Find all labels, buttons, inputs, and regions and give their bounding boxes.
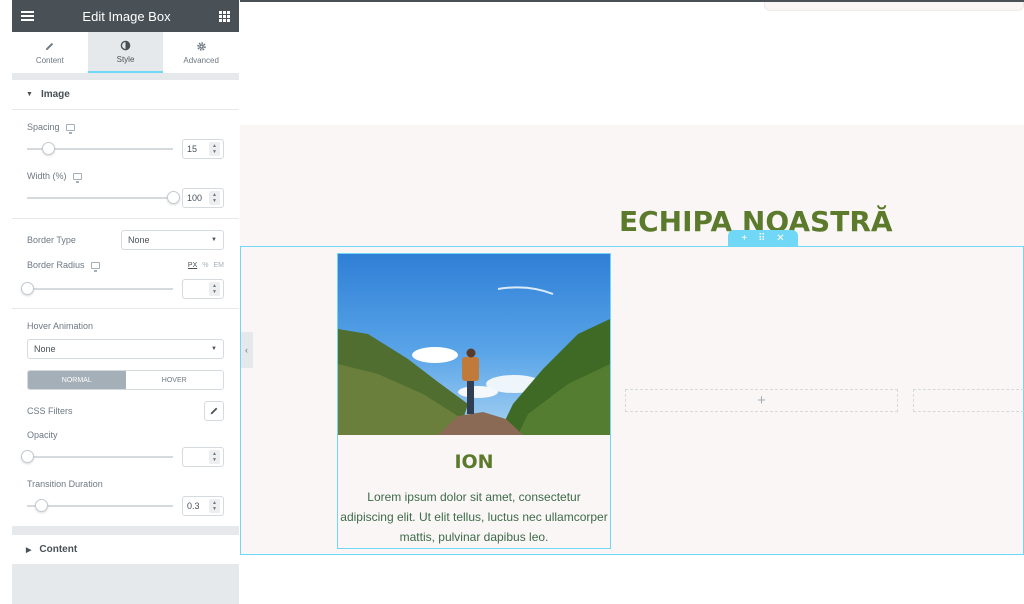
tab-content-label: Content	[35, 55, 64, 65]
section-content-title: Content	[39, 544, 78, 555]
css-filters-label: CSS Filters	[27, 406, 73, 416]
image-box-widget[interactable]: ION Lorem ipsum dolor sit amet, consecte…	[337, 253, 611, 549]
hiker-photo	[338, 254, 610, 435]
caret-down-icon: ▼	[26, 91, 33, 98]
border-type-select[interactable]: None ▼	[121, 230, 224, 250]
spacing-label: Spacing	[27, 122, 60, 132]
hover-animation-label-row: Hover Animation	[27, 319, 224, 333]
header-section-edge	[764, 2, 1024, 11]
drag-handle-icon[interactable]: ⠿	[758, 233, 765, 244]
unit-px[interactable]: PX	[188, 262, 197, 269]
section-image-header[interactable]: ▼ Image	[12, 80, 239, 110]
border-controls: Border Type None ▼ Border Radius PX % EM…	[12, 219, 239, 309]
panel-tabs: Content Style Advanced	[12, 32, 239, 74]
caret-right-icon: ▶	[26, 546, 32, 554]
width-slider[interactable]	[27, 191, 180, 204]
section-image-title: Image	[40, 89, 70, 100]
tab-advanced-label: Advanced	[183, 55, 219, 65]
transition-duration-label: Transition Duration	[27, 479, 103, 489]
width-control: 100 ▲ ▼	[27, 187, 224, 209]
tab-content[interactable]: Content	[12, 32, 88, 73]
border-type-row: Border Type None ▼	[27, 230, 224, 250]
spacing-label-row: Spacing	[27, 120, 224, 134]
spinner-icon[interactable]: ▲ ▼	[209, 499, 220, 513]
border-radius-label: Border Radius	[27, 260, 85, 270]
hover-controls: Hover Animation None ▼ NORMAL HOVER CSS …	[12, 309, 239, 527]
delete-section-icon[interactable]: ✕	[776, 233, 784, 244]
unit-em[interactable]: EM	[214, 262, 225, 269]
opacity-label: Opacity	[27, 430, 58, 440]
opacity-slider-handle[interactable]	[21, 450, 34, 463]
pencil-icon	[210, 407, 218, 415]
spinner-icon[interactable]: ▲ ▼	[209, 282, 220, 296]
width-input[interactable]: 100 ▲ ▼	[182, 188, 224, 208]
spacing-slider-handle[interactable]	[42, 142, 55, 155]
border-radius-slider-handle[interactable]	[21, 282, 34, 295]
border-type-value: None	[128, 235, 150, 245]
size-controls: Spacing 15 ▲ ▼ Width (%) 100 ▲ ▼	[12, 110, 239, 219]
gear-icon	[196, 41, 206, 51]
width-label-row: Width (%)	[27, 169, 224, 183]
tab-advanced[interactable]: Advanced	[163, 32, 239, 73]
widgets-grid-icon[interactable]	[219, 10, 230, 22]
transition-slider-handle[interactable]	[35, 499, 48, 512]
transition-label-row: Transition Duration	[27, 477, 224, 491]
dropdown-caret-icon: ▼	[211, 346, 217, 352]
opacity-slider[interactable]	[21, 450, 173, 463]
width-value: 100	[187, 193, 203, 203]
css-filters-edit-button[interactable]	[204, 401, 224, 421]
tab-hover[interactable]: HOVER	[125, 371, 223, 389]
opacity-input[interactable]: ▲ ▼	[182, 447, 224, 467]
opacity-label-row: Opacity	[27, 428, 224, 442]
opacity-control: ▲ ▼	[21, 446, 224, 468]
transition-control: 0.3 ▲ ▼	[27, 495, 224, 517]
add-widget-icon[interactable]: +	[757, 392, 766, 409]
unit-percent[interactable]: %	[202, 262, 208, 269]
tab-style[interactable]: Style	[87, 32, 164, 73]
width-label: Width (%)	[27, 171, 67, 181]
spacing-value: 15	[187, 144, 198, 154]
spacing-slider[interactable]	[27, 142, 173, 155]
spinner-icon[interactable]: ▲ ▼	[209, 450, 220, 464]
spinner-icon[interactable]: ▲ ▼	[209, 142, 220, 156]
tab-style-label: Style	[116, 54, 135, 64]
state-tabs: NORMAL HOVER	[27, 370, 224, 390]
add-section-icon[interactable]: +	[741, 233, 747, 244]
section-handle: + ⠿ ✕	[728, 230, 798, 246]
hover-animation-value: None	[34, 344, 56, 354]
border-radius-control: ▲ ▼	[21, 278, 224, 300]
border-radius-slider[interactable]	[21, 282, 173, 295]
panel-title: Edit Image Box	[82, 8, 171, 24]
width-slider-handle[interactable]	[167, 191, 180, 204]
empty-column[interactable]	[913, 389, 1024, 412]
transition-input[interactable]: 0.3 ▲ ▼	[182, 496, 224, 516]
hover-animation-select[interactable]: None ▼	[27, 339, 224, 359]
desktop-icon[interactable]	[72, 172, 82, 183]
hover-animation-label: Hover Animation	[27, 321, 94, 331]
spacing-input[interactable]: 15 ▲ ▼	[182, 139, 224, 159]
unit-switcher: PX % EM	[188, 262, 224, 269]
css-filters-row: CSS Filters	[27, 401, 224, 421]
hamburger-menu-icon[interactable]	[21, 11, 34, 21]
border-type-label: Border Type	[27, 235, 76, 245]
dropdown-caret-icon: ▼	[211, 237, 217, 243]
border-radius-input[interactable]: ▲ ▼	[182, 279, 224, 299]
card-description[interactable]: Lorem ipsum dolor sit amet, consectetur …	[338, 487, 610, 547]
editor-panel: Edit Image Box Content Style Advanced ▼ …	[12, 0, 239, 604]
pencil-icon	[46, 42, 54, 50]
desktop-icon[interactable]	[90, 261, 100, 272]
border-radius-label-row: Border Radius PX % EM	[27, 258, 224, 272]
transition-slider[interactable]	[27, 499, 173, 512]
empty-column[interactable]: +	[625, 389, 898, 412]
contrast-icon	[120, 40, 131, 50]
spinner-icon[interactable]: ▲ ▼	[209, 191, 220, 205]
section-content-header[interactable]: ▶ Content	[12, 535, 239, 565]
tab-normal[interactable]: NORMAL	[28, 371, 126, 389]
desktop-icon[interactable]	[65, 123, 75, 134]
spacing-control: 15 ▲ ▼	[27, 138, 224, 160]
card-title[interactable]: ION	[338, 451, 610, 473]
panel-header: Edit Image Box	[12, 0, 239, 32]
transition-value: 0.3	[187, 501, 200, 511]
